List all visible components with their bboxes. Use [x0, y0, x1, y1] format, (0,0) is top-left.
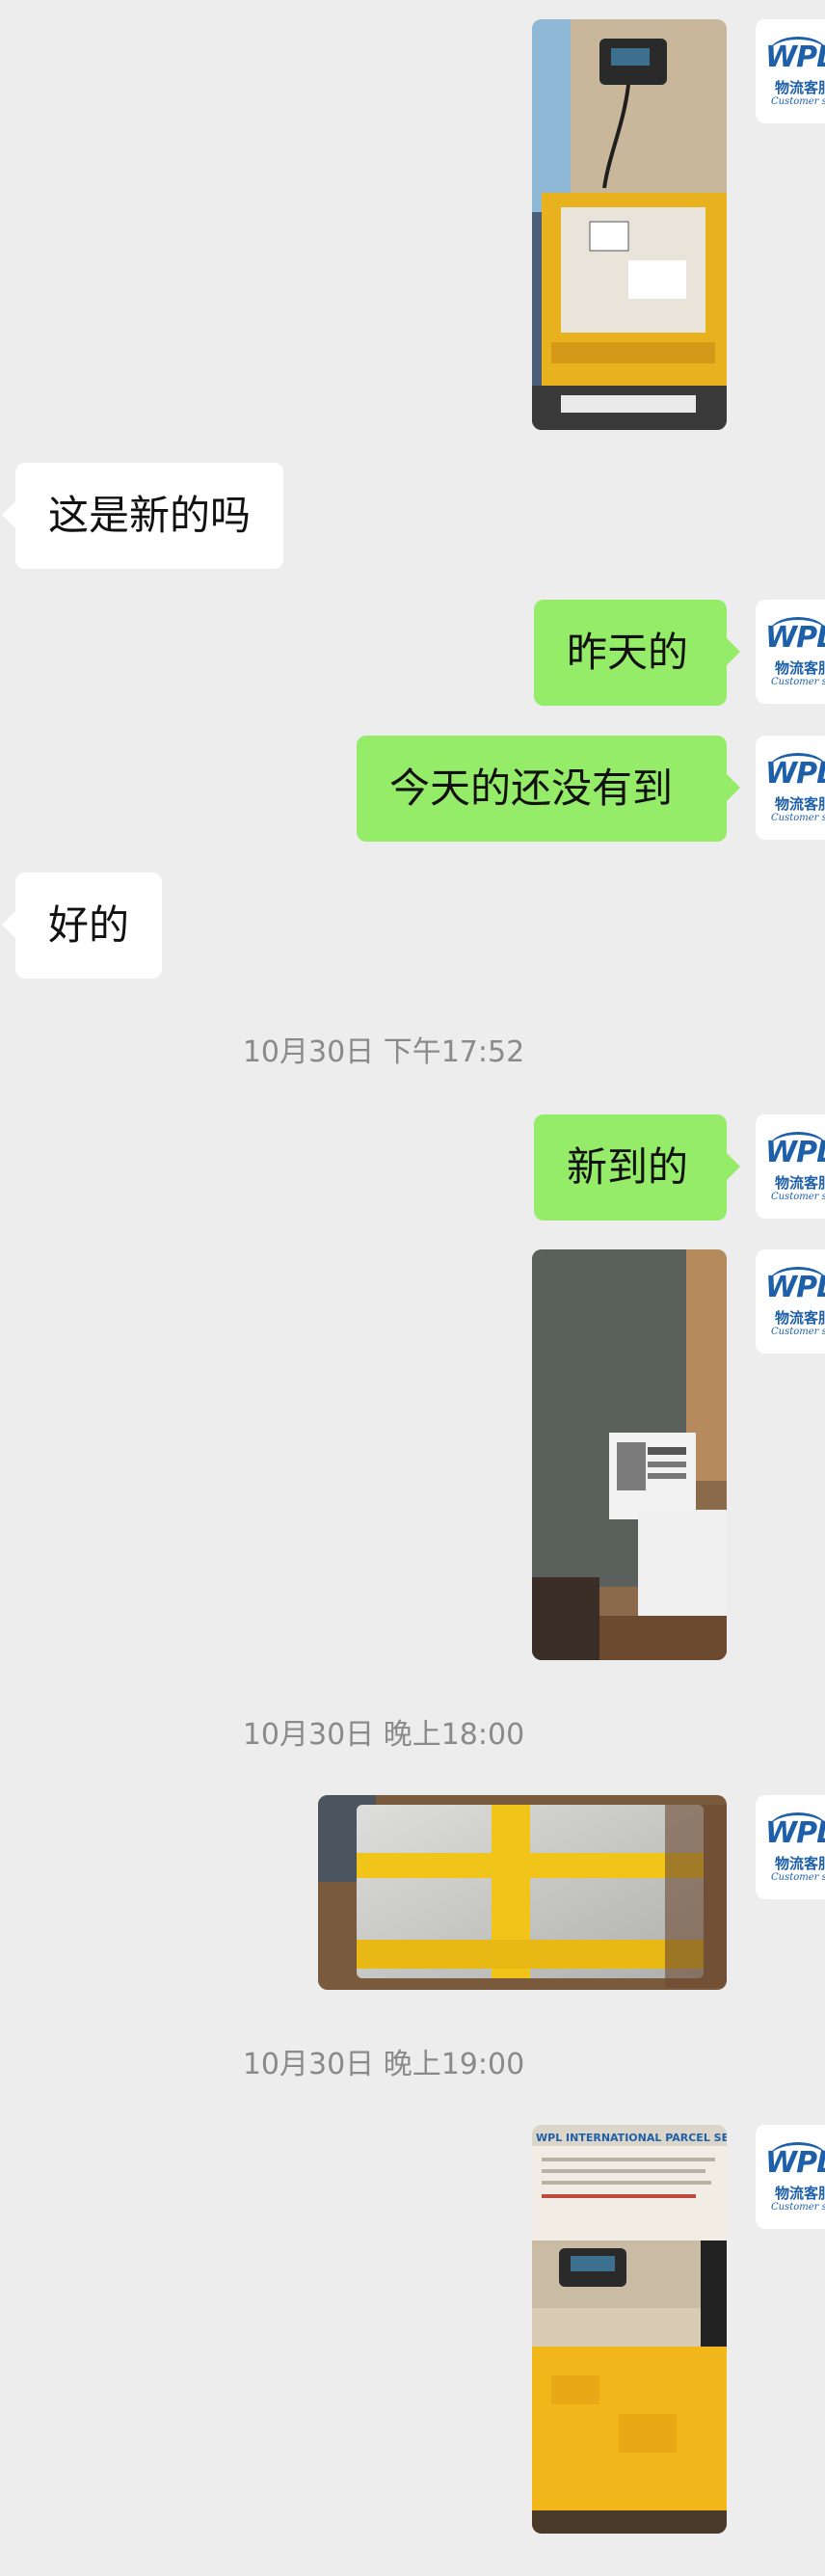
wrapped-parcel-photo	[318, 1795, 727, 1990]
message-bubble-incoming[interactable]: 好的	[1, 872, 163, 979]
logo-subtitle-en: Customer service	[771, 96, 825, 107]
chat-timestamp: 10月30日 晚上18:00	[242, 1718, 525, 1752]
logo-subtitle: 物流客服	[775, 1174, 825, 1192]
yellow-box-photo: WPL INTERNATIONAL PARCEL SERVICE	[532, 2125, 727, 2534]
avatar[interactable]: WPL 物流客服 Customer service	[756, 1114, 825, 1219]
box-on-scale-photo	[532, 19, 727, 430]
logo-subtitle: 物流客服	[775, 1309, 825, 1327]
logo-subtitle: 物流客服	[775, 79, 825, 96]
logo-subtitle-en: Customer service	[771, 1872, 825, 1883]
chat-image-grey-mailer[interactable]	[532, 1249, 727, 1660]
logo-subtitle-en: Customer service	[771, 2202, 825, 2213]
avatar[interactable]: WPL 物流客服 Customer service	[756, 1249, 825, 1354]
grey-mailer-photo	[532, 1249, 727, 1660]
avatar[interactable]: WPL 物流客服 Customer service	[756, 736, 825, 840]
logo-subtitle: 物流客服	[775, 2185, 825, 2202]
wpl-logo: WPL	[765, 40, 825, 74]
logo-subtitle-en: Customer service	[771, 677, 825, 687]
chat-timestamp: 10月30日 晚上19:00	[242, 2048, 525, 2081]
avatar[interactable]: WPL 物流客服 Customer service	[756, 600, 825, 704]
logo-subtitle: 物流客服	[775, 1855, 825, 1872]
avatar[interactable]: WPL 物流客服 Customer service	[756, 2125, 825, 2229]
chat-image-box-on-scale[interactable]	[532, 19, 727, 430]
chat-timestamp: 10月30日 下午17:52	[242, 1035, 525, 1069]
logo-subtitle-en: Customer service	[771, 813, 825, 823]
logo-subtitle: 物流客服	[775, 659, 825, 677]
wpl-logo: WPL	[765, 757, 825, 791]
wpl-logo: WPL	[765, 621, 825, 655]
message-bubble-incoming[interactable]: 这是新的吗	[1, 463, 284, 569]
logo-subtitle: 物流客服	[775, 795, 825, 813]
avatar[interactable]: WPL 物流客服 Customer service	[756, 19, 825, 123]
chat-image-yellow-box[interactable]: WPL INTERNATIONAL PARCEL SERVICE	[532, 2125, 727, 2534]
message-bubble-outgoing[interactable]: 新到的	[534, 1114, 740, 1221]
logo-subtitle-en: Customer service	[771, 1192, 825, 1202]
message-bubble-outgoing[interactable]: 今天的还没有到	[357, 736, 740, 842]
message-bubble-outgoing[interactable]: 昨天的	[534, 600, 740, 706]
avatar[interactable]: WPL 物流客服 Customer service	[756, 1795, 825, 1899]
sign-text: WPL INTERNATIONAL PARCEL SERVICE	[536, 2132, 727, 2144]
chat-image-wrapped-parcel[interactable]	[318, 1795, 727, 1990]
logo-subtitle-en: Customer service	[771, 1327, 825, 1337]
wpl-logo: WPL	[765, 1136, 825, 1169]
wpl-logo: WPL	[765, 2146, 825, 2180]
wpl-logo: WPL	[765, 1271, 825, 1304]
wpl-logo: WPL	[765, 1816, 825, 1850]
